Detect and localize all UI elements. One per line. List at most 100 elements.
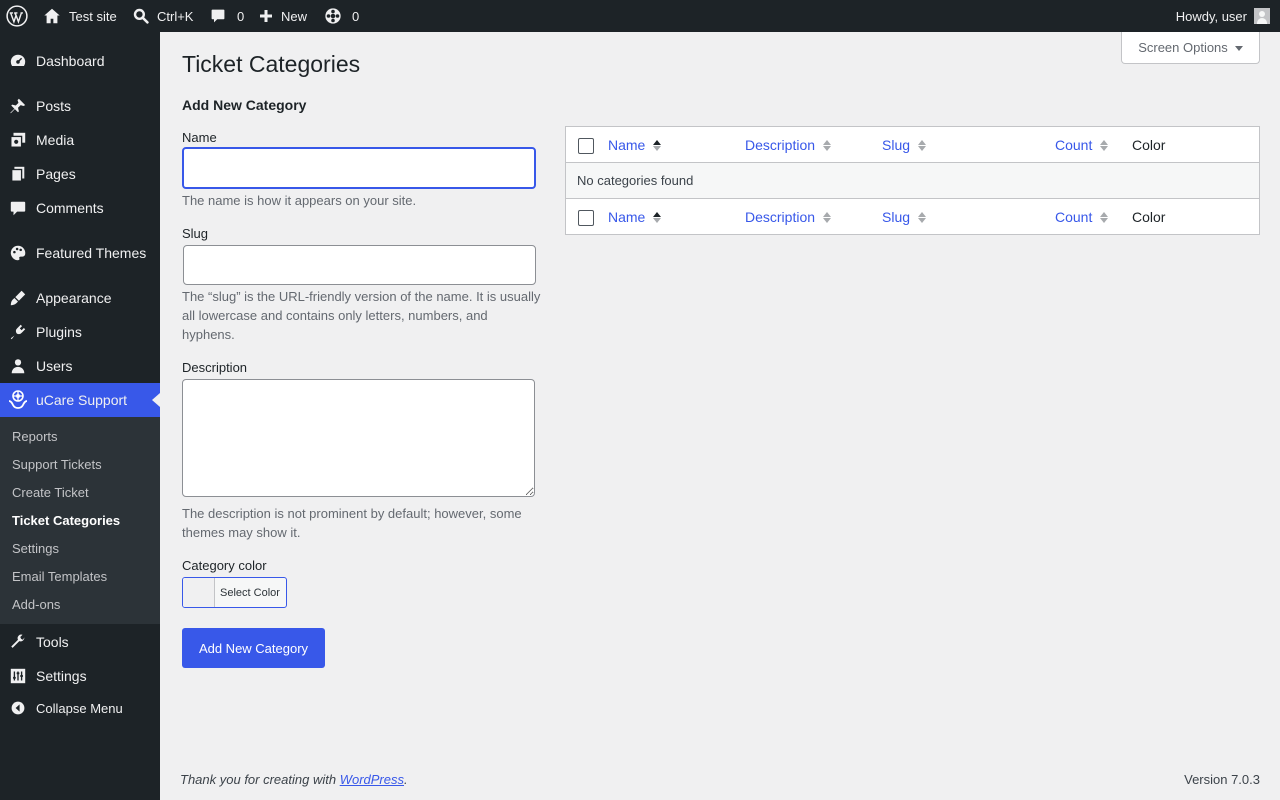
sort-icon — [823, 139, 832, 151]
name-input[interactable] — [182, 147, 536, 189]
empty-row: No categories found — [566, 163, 1259, 199]
column-name-label: Name — [608, 209, 646, 225]
description-help: The description is not prominent by defa… — [182, 506, 522, 540]
menu-label: Posts — [36, 98, 72, 114]
menu-item-users[interactable]: Users — [0, 349, 160, 383]
column-slug-label: Slug — [882, 209, 911, 225]
sort-icon — [1100, 139, 1109, 151]
dashboard-icon — [0, 52, 36, 70]
menu-item-appearance[interactable]: Appearance — [0, 281, 160, 315]
collapse-menu-button[interactable]: Collapse Menu — [0, 691, 160, 725]
column-header-description[interactable]: Description — [745, 137, 832, 153]
menu-label: Settings — [36, 668, 87, 684]
comments-link[interactable]: 0 — [210, 0, 244, 32]
submenu-item-ticket-categories[interactable]: Ticket Categories — [12, 513, 120, 528]
plus-icon — [259, 9, 273, 23]
avatar — [1254, 8, 1270, 24]
column-header-count[interactable]: Count — [1055, 137, 1109, 153]
support-icon — [0, 389, 36, 411]
menu-item-dashboard[interactable]: Dashboard — [0, 44, 160, 78]
column-header-name[interactable]: Name — [608, 137, 662, 153]
updates-icon — [324, 7, 342, 25]
updates-link[interactable]: 0 — [324, 0, 359, 32]
column-name-label: Name — [608, 137, 646, 153]
submenu-item-reports[interactable]: Reports — [12, 429, 58, 444]
site-name-label: Test site — [69, 8, 117, 24]
menu-item-media[interactable]: Media — [0, 123, 160, 157]
menu-item-tools[interactable]: Tools — [0, 625, 160, 659]
form-title: Add New Category — [182, 97, 307, 113]
category-color-label: Category color — [182, 558, 267, 573]
my-account-link[interactable]: Howdy, user — [1176, 0, 1270, 32]
name-help: The name is how it appears on your site. — [182, 193, 417, 208]
sort-icon — [1100, 211, 1109, 223]
column-color-label: Color — [1132, 137, 1166, 153]
new-label: New — [281, 8, 308, 24]
column-color-label: Color — [1132, 209, 1166, 225]
palette-icon — [0, 244, 36, 262]
home-icon — [43, 7, 61, 25]
column-footer-description[interactable]: Description — [745, 209, 832, 225]
search-shortcut-label: Ctrl+K — [157, 8, 194, 24]
slug-help: The “slug” is the URL-friendly version o… — [182, 289, 541, 342]
howdy-label: Howdy, user — [1175, 8, 1247, 24]
comments-count: 0 — [237, 8, 245, 24]
select-all-checkbox-footer[interactable] — [578, 210, 594, 226]
column-footer-slug[interactable]: Slug — [882, 209, 927, 225]
slug-label: Slug — [182, 226, 209, 241]
footer-thanks-prefix: Thank you for creating with — [180, 772, 340, 787]
pages-icon — [0, 165, 36, 183]
menu-label: Tools — [36, 634, 69, 650]
wordpress-link[interactable]: WordPress — [340, 772, 404, 787]
menu-label: Plugins — [36, 324, 82, 340]
select-color-label: Select Color — [220, 586, 280, 599]
menu-item-settings[interactable]: Settings — [0, 659, 160, 693]
menu-item-comments[interactable]: Comments — [0, 191, 160, 225]
column-description-label: Description — [745, 137, 816, 153]
submenu-item-create-ticket[interactable]: Create Ticket — [12, 485, 89, 500]
plugin-icon — [0, 323, 36, 341]
add-new-category-button[interactable]: Add New Category — [182, 628, 325, 668]
site-name-link[interactable]: Test site — [43, 0, 117, 32]
column-footer-name[interactable]: Name — [608, 209, 662, 225]
menu-item-featured-themes[interactable]: Featured Themes — [0, 236, 160, 270]
column-count-label: Count — [1055, 137, 1093, 153]
wordpress-logo-icon[interactable] — [6, 0, 28, 32]
wrench-icon — [0, 633, 36, 651]
comment-icon — [0, 199, 36, 217]
menu-label: Users — [36, 358, 73, 374]
submenu-item-settings[interactable]: Settings — [12, 541, 59, 556]
updates-count: 0 — [352, 8, 360, 24]
settings-icon — [0, 667, 36, 685]
submenu-item-email-templates[interactable]: Email Templates — [12, 569, 107, 584]
search-icon — [133, 8, 149, 24]
collapse-menu-label: Collapse Menu — [36, 700, 123, 716]
column-footer-count[interactable]: Count — [1055, 209, 1109, 225]
menu-item-pages[interactable]: Pages — [0, 157, 160, 191]
menu-item-ucare-support[interactable]: uCare Support — [0, 383, 160, 417]
submenu-item-add-ons[interactable]: Add-ons — [12, 597, 60, 612]
column-header-slug[interactable]: Slug — [882, 137, 927, 153]
slug-input[interactable] — [183, 245, 536, 285]
menu-item-plugins[interactable]: Plugins — [0, 315, 160, 349]
menu-item-posts[interactable]: Posts — [0, 89, 160, 123]
sort-icon — [653, 139, 662, 151]
footer-thanks-suffix: . — [404, 772, 408, 787]
select-all-checkbox[interactable] — [578, 138, 594, 154]
screen-options-label: Screen Options — [1138, 40, 1228, 55]
new-content-link[interactable]: New — [259, 0, 307, 32]
menu-label: Featured Themes — [36, 245, 147, 261]
comment-icon — [210, 8, 226, 24]
column-count-label: Count — [1055, 209, 1093, 225]
submenu-item-support-tickets[interactable]: Support Tickets — [12, 457, 102, 472]
select-color-button[interactable]: Select Color — [182, 577, 287, 608]
description-textarea[interactable] — [182, 379, 535, 497]
sort-icon — [918, 211, 927, 223]
brush-icon — [0, 289, 36, 307]
admin-bar: Test site Ctrl+K 0 New 0 Howdy, user — [0, 0, 1280, 32]
description-label: Description — [182, 360, 248, 375]
collapse-icon — [0, 700, 36, 716]
screen-options-button[interactable]: Screen Options — [1121, 32, 1260, 64]
sort-icon — [823, 211, 832, 223]
command-search[interactable]: Ctrl+K — [133, 0, 193, 32]
